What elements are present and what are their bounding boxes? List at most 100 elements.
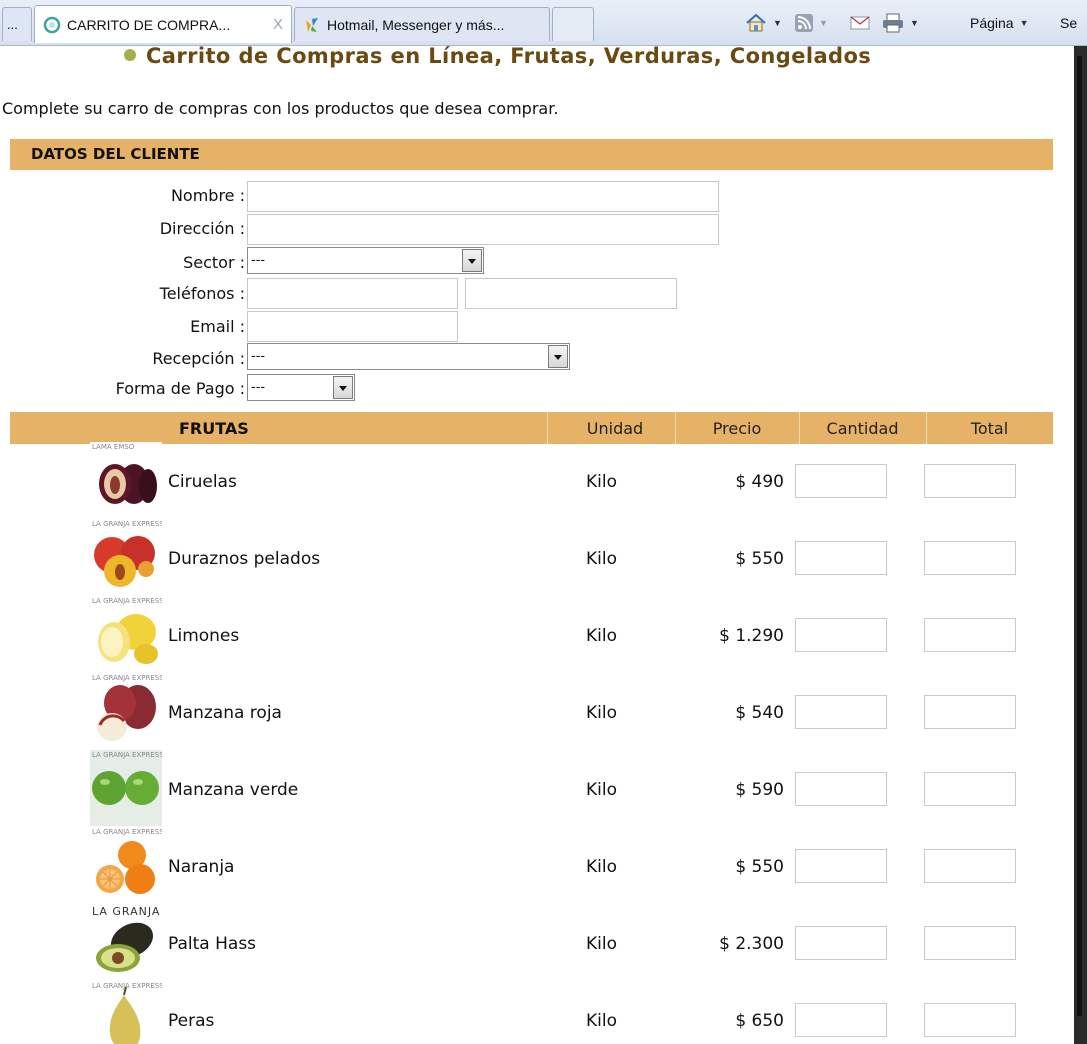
quantity-input[interactable] xyxy=(795,695,887,729)
print-dropdown-icon[interactable]: ▼ xyxy=(910,18,919,28)
sector-dropdown-icon[interactable] xyxy=(462,249,482,272)
total-field[interactable] xyxy=(924,772,1016,806)
mail-button[interactable] xyxy=(850,0,870,46)
mail-icon xyxy=(850,16,870,30)
email-input[interactable] xyxy=(247,311,458,342)
product-thumbnail: LA GRANJA EXPRESS xyxy=(90,981,162,1044)
sector-select[interactable]: --- xyxy=(247,247,484,274)
product-row: LA GRANJA EXPRESS Naranja Kilo $ 550 xyxy=(0,827,1074,906)
tab-close-icon[interactable]: X xyxy=(273,16,283,33)
recepcion-select-value: --- xyxy=(251,349,266,364)
recepcion-dropdown-icon[interactable] xyxy=(548,345,568,368)
quantity-input[interactable] xyxy=(795,849,887,883)
recepcion-select[interactable]: --- xyxy=(247,343,570,370)
tab-previous-label: ... xyxy=(7,17,18,32)
product-thumbnail: LA GRANJA xyxy=(90,904,162,980)
forma-pago-dropdown-icon[interactable] xyxy=(333,376,353,399)
tab-previous[interactable]: ... xyxy=(2,7,32,41)
product-name: Ciruelas xyxy=(168,472,237,492)
column-header-precio: Precio xyxy=(712,419,762,438)
feeds-dropdown-icon[interactable]: ▼ xyxy=(819,18,828,28)
column-header-total: Total xyxy=(970,419,1009,438)
product-price: $ 490 xyxy=(735,472,784,492)
feeds-button[interactable]: ▼ xyxy=(795,0,828,46)
home-icon xyxy=(746,13,766,32)
page-menu-dropdown-icon: ▼ xyxy=(1019,18,1029,28)
product-price: $ 590 xyxy=(735,780,784,800)
lemon-icon xyxy=(98,614,158,664)
total-field[interactable] xyxy=(924,464,1016,498)
orange-icon xyxy=(96,841,155,894)
browser-tab-bar: ... CARRITO DE COMPRA... X Hotmail, Mess… xyxy=(0,0,1087,46)
product-unit: Kilo xyxy=(586,472,617,492)
telefono-1-input[interactable] xyxy=(247,278,458,309)
product-name: Limones xyxy=(168,626,240,646)
product-unit: Kilo xyxy=(586,857,617,877)
direccion-label: Dirección : xyxy=(159,219,245,238)
printer-icon xyxy=(883,13,903,33)
quantity-input[interactable] xyxy=(795,926,887,960)
total-field[interactable] xyxy=(924,618,1016,652)
product-name: Manzana roja xyxy=(168,703,282,723)
product-price: $ 550 xyxy=(735,857,784,877)
nombre-input[interactable] xyxy=(247,181,719,212)
product-name: Naranja xyxy=(168,857,235,877)
tab-carrito[interactable]: CARRITO DE COMPRA... X xyxy=(34,5,292,43)
column-header-cantidad: Cantidad xyxy=(826,419,899,438)
product-price: $ 650 xyxy=(735,1011,784,1031)
product-thumbnail: LA GRANJA EXPRESS xyxy=(90,519,162,595)
telefono-2-input[interactable] xyxy=(465,278,677,309)
product-name: Duraznos pelados xyxy=(168,549,321,569)
direccion-input[interactable] xyxy=(247,214,719,245)
home-button[interactable]: ▼ xyxy=(745,0,782,46)
forma-pago-label: Forma de Pago : xyxy=(115,379,245,398)
telefonos-label: Teléfonos : xyxy=(159,284,245,303)
total-field[interactable] xyxy=(924,849,1016,883)
column-header-frutas: FRUTAS xyxy=(179,419,249,438)
pear-icon xyxy=(109,986,141,1044)
product-row: LA GRANJA EXPRESS Limones Kilo $ 1.290 xyxy=(0,596,1074,675)
home-dropdown-icon[interactable]: ▼ xyxy=(773,18,782,28)
total-field[interactable] xyxy=(924,541,1016,575)
product-name: Peras xyxy=(168,1011,215,1031)
product-row: LA GRANJA EXPRESS Duraznos pelados Kilo … xyxy=(0,519,1074,598)
quantity-input[interactable] xyxy=(795,618,887,652)
recepcion-label: Recepción : xyxy=(152,349,245,368)
quantity-input[interactable] xyxy=(795,464,887,498)
quantity-input[interactable] xyxy=(795,772,887,806)
tab-hotmail-title: Hotmail, Messenger y más... xyxy=(327,16,505,33)
loading-icon xyxy=(43,16,61,33)
sector-select-value: --- xyxy=(251,253,266,268)
quantity-input[interactable] xyxy=(795,1003,887,1037)
product-unit: Kilo xyxy=(586,780,617,800)
rss-feed-icon xyxy=(795,14,813,32)
msn-butterfly-icon xyxy=(306,17,318,32)
print-button[interactable]: ▼ xyxy=(882,0,919,46)
intro-text: Complete su carro de compras con los pro… xyxy=(2,99,559,118)
product-price: $ 540 xyxy=(735,703,784,723)
product-price: $ 550 xyxy=(735,549,784,569)
safety-menu[interactable]: Se xyxy=(1060,0,1077,46)
quantity-input[interactable] xyxy=(795,541,887,575)
window-scrollbar[interactable] xyxy=(1074,46,1087,1044)
scrollbar-track[interactable] xyxy=(1077,56,1082,1016)
new-tab-button[interactable] xyxy=(552,7,594,41)
product-price: $ 1.290 xyxy=(719,626,784,646)
tab-hotmail[interactable]: Hotmail, Messenger y más... xyxy=(294,7,550,41)
green-apple-icon xyxy=(92,771,159,805)
product-row: LA GRANJA Palta Hass Kilo $ 2.300 xyxy=(0,904,1074,983)
forma-pago-select[interactable]: --- xyxy=(247,374,355,401)
product-row: LA GRANJA EXPRESS Manzana verde Kilo $ 5… xyxy=(0,750,1074,829)
fruit-table-header: FRUTAS Unidad Precio Cantidad Total xyxy=(10,412,1053,444)
page-menu-label: Página xyxy=(970,15,1014,31)
product-unit: Kilo xyxy=(586,549,617,569)
page-menu[interactable]: Página ▼ xyxy=(970,0,1029,46)
forma-pago-select-value: --- xyxy=(251,380,266,395)
total-field[interactable] xyxy=(924,1003,1016,1037)
sector-label: Sector : xyxy=(183,253,245,272)
total-field[interactable] xyxy=(924,926,1016,960)
total-field[interactable] xyxy=(924,695,1016,729)
product-price: $ 2.300 xyxy=(719,934,784,954)
page-title-text: Carrito de Compras en Línea, Frutas, Ver… xyxy=(146,46,872,68)
safety-menu-label: Se xyxy=(1060,15,1078,31)
